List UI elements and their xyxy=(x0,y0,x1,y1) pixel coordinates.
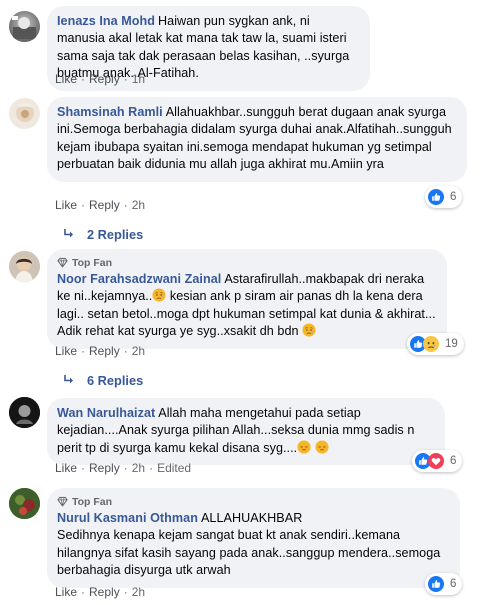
edited-label[interactable]: Edited xyxy=(157,461,191,475)
pensive-face-emoji-icon xyxy=(297,440,311,454)
reply-link[interactable]: Reply xyxy=(89,72,120,86)
timestamp[interactable]: 1h xyxy=(132,72,145,86)
like-link[interactable]: Like xyxy=(55,72,77,86)
top-fan-badge: Top Fan xyxy=(57,495,450,508)
reaction-count: 6 xyxy=(450,191,457,203)
avatar[interactable] xyxy=(9,251,40,282)
like-link[interactable]: Like xyxy=(55,344,77,358)
reaction-summary[interactable]: 19 xyxy=(407,333,464,355)
comment-text: Noor Farahsadzwani Zainal Astarafirullah.… xyxy=(57,272,436,339)
timestamp[interactable]: 2h xyxy=(132,344,145,358)
timestamp[interactable]: 2h xyxy=(132,585,145,599)
diamond-icon xyxy=(57,257,68,268)
sad-face-emoji-icon xyxy=(302,323,316,337)
reaction-count: 19 xyxy=(445,338,458,350)
reaction-count: 6 xyxy=(450,578,457,590)
author-name[interactable]: Nurul Kasmani Othman xyxy=(57,511,198,525)
like-link[interactable]: Like xyxy=(55,585,77,599)
pensive-face-emoji-icon xyxy=(315,440,329,454)
comment-actions: Like · Reply · 1h xyxy=(55,72,146,86)
comment-actions: Like · Reply · 2h xyxy=(55,344,146,358)
comment-bubble: Top Fan Nurul Kasmani Othman ALLAHUAKHBAR… xyxy=(47,488,460,588)
author-name[interactable]: Noor Farahsadzwani Zainal xyxy=(57,272,221,286)
reply-arrow-icon xyxy=(63,228,75,240)
reply-link[interactable]: Reply xyxy=(89,198,120,212)
comment-bubble: Shamsinah Ramli Allahuakhbar..sungguh ber… xyxy=(47,97,467,182)
comment-bubble: Top Fan Noor Farahsadzwani Zainal Astaraf… xyxy=(47,249,447,349)
avatar[interactable] xyxy=(9,397,40,428)
reply-arrow-icon xyxy=(63,374,75,386)
top-fan-badge: Top Fan xyxy=(57,256,437,269)
like-link[interactable]: Like xyxy=(55,198,77,212)
author-name[interactable]: Shamsinah Ramli xyxy=(57,105,163,119)
author-name[interactable]: Ienazs Ina Mohd xyxy=(57,14,155,28)
comment-text: Shamsinah Ramli Allahuakhbar..sungguh ber… xyxy=(57,105,452,172)
author-name[interactable]: Wan Narulhaizat xyxy=(57,406,155,420)
reaction-summary[interactable]: 6 xyxy=(412,450,463,472)
avatar[interactable] xyxy=(9,98,40,129)
reply-link[interactable]: Reply xyxy=(89,585,120,599)
comment-actions: Like · Reply · 2h xyxy=(55,198,146,212)
diamond-icon xyxy=(57,496,68,507)
love-reaction-icon xyxy=(428,453,444,469)
like-link[interactable]: Like xyxy=(55,461,77,475)
reaction-count: 6 xyxy=(450,455,457,467)
view-replies-link[interactable]: 2 Replies xyxy=(63,225,143,243)
reply-link[interactable]: Reply xyxy=(89,461,120,475)
timestamp[interactable]: 2h xyxy=(132,198,145,212)
like-reaction-icon xyxy=(428,576,444,592)
timestamp[interactable]: 2h xyxy=(132,461,145,475)
reaction-summary[interactable]: 6 xyxy=(425,573,463,595)
comment-text: Nurul Kasmani Othman ALLAHUAKHBAR Sedihnya… xyxy=(57,511,441,578)
like-reaction-icon xyxy=(428,189,444,205)
sad-reaction-icon xyxy=(423,336,439,352)
comment-actions: Like · Reply · 2h · Edited xyxy=(55,461,192,475)
avatar[interactable] xyxy=(9,488,40,519)
comment-text: Wan Narulhaizat Allah maha mengetahui pad… xyxy=(57,406,415,455)
comment-actions: Like · Reply · 2h xyxy=(55,585,146,599)
reply-link[interactable]: Reply xyxy=(89,344,120,358)
avatar[interactable] xyxy=(9,11,40,42)
sad-face-emoji-icon xyxy=(152,288,166,302)
reaction-summary[interactable]: 6 xyxy=(425,186,463,208)
comment-bubble: Wan Narulhaizat Allah maha mengetahui pad… xyxy=(47,398,445,466)
view-replies-link[interactable]: 6 Replies xyxy=(63,371,143,389)
